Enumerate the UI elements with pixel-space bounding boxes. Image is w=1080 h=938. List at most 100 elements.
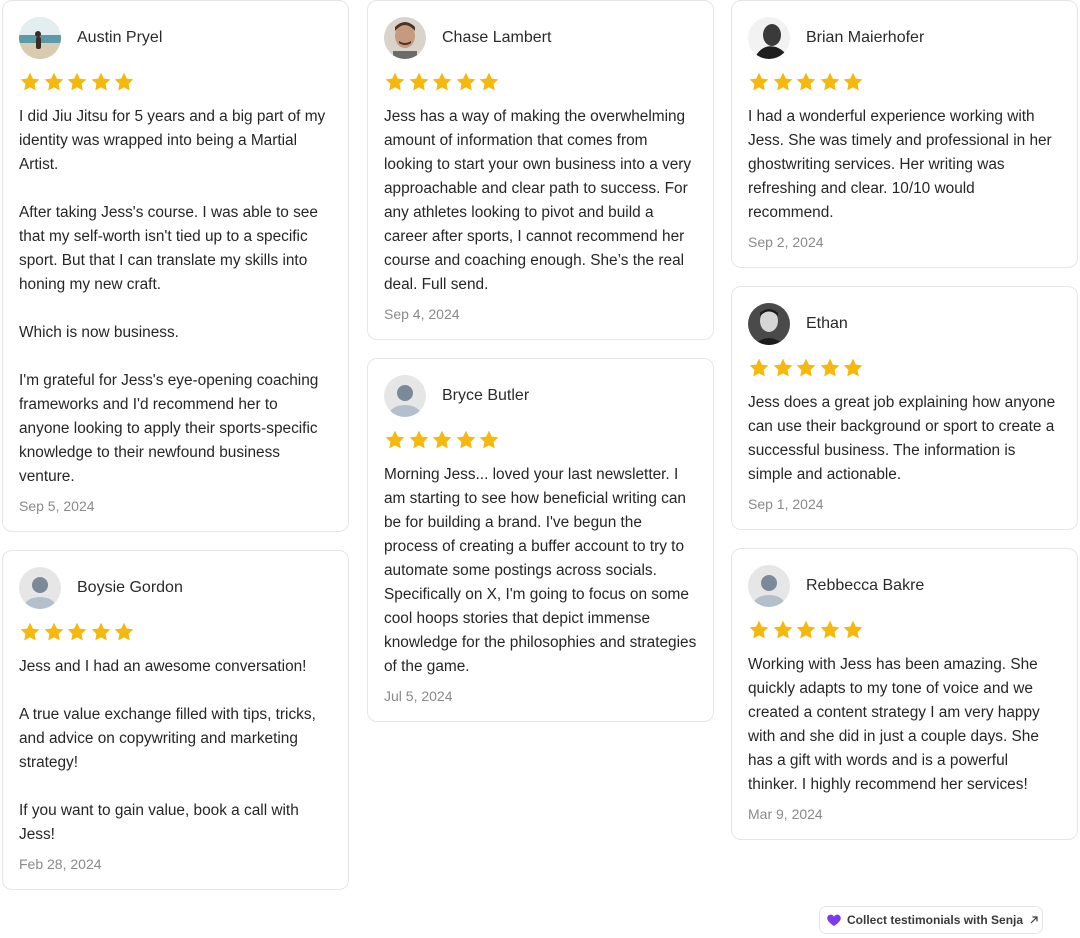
testimonial-date: Feb 28, 2024 — [19, 856, 102, 872]
star-icon — [843, 358, 863, 377]
author-row: Austin Pryel — [19, 17, 332, 59]
author-row: Ethan — [748, 303, 1061, 345]
testimonial-date: Sep 1, 2024 — [748, 496, 824, 512]
star-icon — [432, 430, 452, 449]
testimonial-paragraph: After taking Jess's course. I was able t… — [19, 204, 318, 293]
testimonial-card: Boysie Gordon Jess and I had an awesome … — [2, 550, 349, 890]
testimonial-paragraph: Jess has a way of making the overwhelmin… — [384, 108, 692, 293]
avatar — [748, 565, 790, 607]
testimonial-paragraph: I did Jiu Jitsu for 5 years and a big pa… — [19, 108, 326, 173]
star-icon — [44, 622, 63, 641]
testimonial-paragraph: A true value exchange filled with tips, … — [19, 706, 316, 771]
star-icon — [749, 620, 769, 639]
star-icon — [820, 72, 839, 91]
star-icon — [796, 358, 816, 377]
star-icon — [796, 620, 816, 639]
testimonial-paragraph: Working with Jess has been amazing. She … — [748, 656, 1040, 793]
star-icon — [114, 72, 134, 91]
testimonial-card: Bryce Butler Morning Jess... loved your … — [367, 358, 714, 722]
avatar — [384, 375, 426, 417]
star-rating — [384, 71, 697, 93]
testimonial-paragraph: Which is now business. — [19, 324, 179, 341]
testimonial-card: Austin Pryel I did Jiu Jitsu for 5 years… — [2, 0, 349, 532]
author-name: Austin Pryel — [77, 29, 163, 46]
testimonial-date: Sep 2, 2024 — [748, 234, 824, 250]
testimonial-paragraph: Morning Jess... loved your last newslett… — [384, 466, 697, 675]
testimonial-card: Rebbecca Bakre Working with Jess has bee… — [731, 548, 1078, 840]
author-row: Chase Lambert — [384, 17, 697, 59]
avatar — [384, 17, 426, 59]
testimonial-text: Jess does a great job explaining how any… — [748, 391, 1061, 487]
author-name: Bryce Butler — [442, 387, 530, 404]
star-icon — [432, 72, 452, 91]
star-icon — [456, 72, 475, 91]
testimonial-date: Jul 5, 2024 — [384, 688, 453, 704]
star-icon — [479, 430, 499, 449]
testimonial-paragraph: If you want to gain value, book a call w… — [19, 802, 299, 843]
testimonial-card: Ethan Jess does a great job explaining h… — [731, 286, 1078, 530]
author-row: Rebbecca Bakre — [748, 565, 1061, 607]
avatar — [19, 567, 61, 609]
star-icon — [91, 622, 110, 641]
star-icon — [820, 358, 839, 377]
testimonial-card: Brian Maierhofer I had a wonderful exper… — [731, 0, 1078, 268]
testimonial-paragraph: I had a wonderful experience working wit… — [748, 108, 1052, 221]
author-name: Ethan — [806, 315, 848, 332]
star-icon — [479, 72, 499, 91]
star-icon — [843, 72, 863, 91]
testimonial-text: I had a wonderful experience working wit… — [748, 105, 1061, 225]
testimonial-text: I did Jiu Jitsu for 5 years and a big pa… — [19, 105, 332, 489]
star-icon — [409, 72, 428, 91]
testimonial-text: Morning Jess... loved your last newslett… — [384, 463, 697, 679]
heart-icon — [827, 914, 841, 926]
testimonial-text: Jess has a way of making the overwhelmin… — [384, 105, 697, 297]
star-icon — [67, 72, 87, 91]
star-icon — [773, 620, 792, 639]
badge-label: Collect testimonials with Senja — [847, 913, 1024, 927]
star-icon — [385, 72, 405, 91]
star-icon — [44, 72, 63, 91]
author-row: Bryce Butler — [384, 375, 697, 417]
star-icon — [749, 72, 769, 91]
star-icon — [749, 358, 769, 377]
star-icon — [114, 622, 134, 641]
testimonial-date: Sep 5, 2024 — [19, 498, 95, 514]
star-icon — [91, 72, 110, 91]
star-icon — [20, 72, 40, 91]
author-name: Rebbecca Bakre — [806, 577, 925, 594]
collect-testimonials-link[interactable]: Collect testimonials with Senja — [819, 906, 1043, 934]
testimonial-paragraph: I'm grateful for Jess's eye-opening coac… — [19, 372, 319, 485]
star-icon — [820, 620, 839, 639]
star-icon — [456, 430, 475, 449]
testimonial-text: Working with Jess has been amazing. She … — [748, 653, 1061, 797]
star-icon — [385, 430, 405, 449]
avatar — [748, 303, 790, 345]
star-rating — [384, 429, 697, 451]
testimonial-paragraph: Jess does a great job explaining how any… — [748, 394, 1056, 483]
star-rating — [748, 619, 1061, 641]
star-icon — [773, 72, 792, 91]
star-icon — [20, 622, 40, 641]
star-icon — [409, 430, 428, 449]
testimonial-paragraph: Jess and I had an awesome conversation! — [19, 658, 307, 675]
star-icon — [67, 622, 87, 641]
author-row: Boysie Gordon — [19, 567, 332, 609]
star-rating — [19, 621, 332, 643]
author-row: Brian Maierhofer — [748, 17, 1061, 59]
author-name: Chase Lambert — [442, 29, 552, 46]
testimonial-text: Jess and I had an awesome conversation! … — [19, 655, 332, 847]
star-rating — [748, 71, 1061, 93]
author-name: Brian Maierhofer — [806, 29, 925, 46]
testimonial-card: Chase Lambert Jess has a way of making t… — [367, 0, 714, 340]
star-icon — [773, 358, 792, 377]
star-icon — [843, 620, 863, 639]
avatar — [19, 17, 61, 59]
star-rating — [748, 357, 1061, 379]
testimonial-date: Mar 9, 2024 — [748, 806, 823, 822]
star-icon — [796, 72, 816, 91]
author-name: Boysie Gordon — [77, 579, 183, 596]
star-rating — [19, 71, 332, 93]
avatar — [748, 17, 790, 59]
testimonial-date: Sep 4, 2024 — [384, 306, 460, 322]
external-arrow-icon — [1030, 916, 1038, 924]
